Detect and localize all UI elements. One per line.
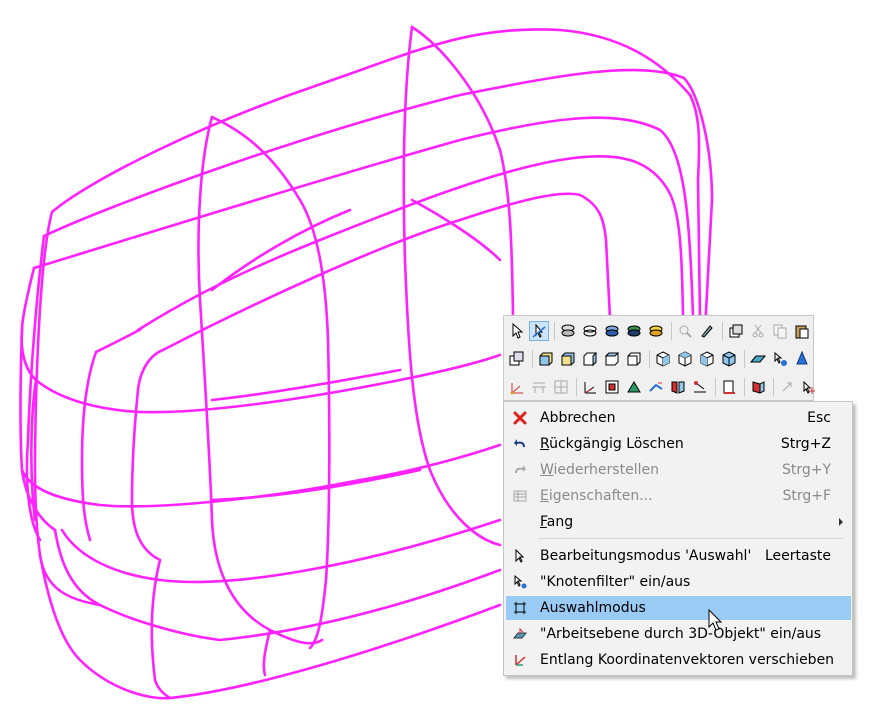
coord-vectors-icon [512, 652, 528, 668]
menu-item-fang[interactable]: Fang [506, 510, 851, 534]
axis-icon[interactable] [507, 377, 527, 397]
cube-top-icon[interactable] [624, 349, 644, 369]
menu-item-wiederherstellen[interactable]: Wiederherstellen Strg+Y [506, 458, 851, 482]
menu-item-auswahlmodus[interactable]: Auswahlmodus [506, 596, 851, 620]
toolbar-separator [722, 322, 723, 340]
grid-icon[interactable] [551, 377, 571, 397]
copy-icon[interactable] [770, 321, 790, 341]
properties-icon [512, 488, 528, 504]
toolbar-separator [576, 378, 577, 396]
selection-mode-icon [512, 600, 528, 616]
mirror-icon[interactable] [668, 377, 688, 397]
menu-item-label: Eigenschaften... [540, 488, 653, 504]
menu-item-arbeitsebene[interactable]: "Arbeitsebene durch 3D-Objekt" ein/aus [506, 622, 851, 646]
arrow-up-icon[interactable] [777, 377, 797, 397]
layer-outline-icon[interactable] [580, 321, 600, 341]
window-copy-icon[interactable] [507, 349, 527, 369]
menu-item-knotenfilter[interactable]: "Knotenfilter" ein/aus [506, 570, 851, 594]
redo-icon [512, 462, 528, 478]
transform-icon[interactable] [690, 377, 710, 397]
layer-dark-icon[interactable] [624, 321, 644, 341]
menu-item-label: Abbrechen [540, 410, 616, 426]
workplane-3d-icon [512, 626, 528, 642]
menu-item-label: "Arbeitsebene durch 3D-Objekt" ein/aus [540, 626, 822, 642]
menu-item-label: Wiederherstellen [540, 462, 659, 478]
cube-front-icon[interactable] [536, 349, 556, 369]
cube-iso1-icon[interactable] [653, 349, 673, 369]
book-icon[interactable] [719, 377, 739, 397]
frame-icon[interactable] [602, 377, 622, 397]
menu-separator [538, 538, 844, 539]
cube-iso4-icon[interactable] [719, 349, 739, 369]
layer-icon[interactable] [558, 321, 578, 341]
pick-icon[interactable] [697, 321, 717, 341]
context-menu: Abbrechen Esc Rückgängig Löschen Strg+Z … [503, 401, 853, 676]
menu-item-rueckgaengig[interactable]: Rückgängig Löschen Strg+Z [506, 432, 851, 456]
menu-item-label-post: igenschaften... [548, 488, 653, 504]
toolbar-panel [503, 315, 815, 401]
undo-icon [512, 436, 528, 452]
menu-item-label: Fang [540, 514, 573, 530]
toolbar-separator [532, 350, 533, 368]
cancel-icon [512, 410, 528, 426]
select-arrow-icon[interactable] [507, 321, 527, 341]
coord-icon[interactable] [580, 377, 600, 397]
menu-item-label-post: ang [546, 514, 574, 530]
move-node-icon[interactable] [770, 349, 790, 369]
plane-icon[interactable] [529, 377, 549, 397]
menu-item-shortcut: Strg+Z [780, 436, 831, 452]
menu-item-label: Bearbeitungsmodus 'Auswahl' [540, 548, 752, 564]
layer-yellow-icon[interactable] [646, 321, 666, 341]
cone-icon[interactable] [792, 349, 812, 369]
cube-left-icon[interactable] [580, 349, 600, 369]
menu-item-label: "Knotenfilter" ein/aus [540, 574, 691, 590]
toolbar-separator [744, 350, 745, 368]
triangle-icon[interactable] [624, 377, 644, 397]
submenu-arrow-icon [839, 518, 843, 526]
zoom-icon[interactable] [675, 321, 695, 341]
menu-item-koordinatenvektoren[interactable]: Entlang Koordinatenvektoren verschieben [506, 648, 851, 672]
mouse-cursor-icon [708, 609, 723, 631]
cut-icon[interactable] [748, 321, 768, 341]
menu-item-shortcut: Esc [807, 410, 831, 426]
toolbar-row-1 [507, 319, 814, 343]
prism-icon[interactable] [748, 377, 768, 397]
menu-item-accelerator: E [540, 488, 549, 504]
menu-item-abbrechen[interactable]: Abbrechen Esc [506, 406, 851, 430]
workplane-icon[interactable] [748, 349, 768, 369]
toolbar-row-2 [507, 347, 814, 371]
toolbar-row-3 [507, 375, 821, 399]
menu-item-label-post: iederherstellen [553, 462, 659, 478]
move-icon[interactable] [799, 377, 819, 397]
menu-item-shortcut: Strg+Y [781, 462, 831, 478]
menu-item-shortcut: Strg+F [782, 488, 831, 504]
menu-item-accelerator: W [540, 462, 554, 478]
menu-item-label: Entlang Koordinatenvektoren verschieben [540, 652, 835, 668]
menu-item-bearbeitungsmodus[interactable]: Bearbeitungsmodus 'Auswahl' Leertaste [506, 544, 851, 568]
cube-iso2-icon[interactable] [675, 349, 695, 369]
select-node-icon[interactable] [529, 321, 549, 341]
paste-icon[interactable] [792, 321, 812, 341]
menu-item-eigenschaften[interactable]: Eigenschaften... Strg+F [506, 484, 851, 508]
copy-layers-icon[interactable] [726, 321, 746, 341]
toolbar-separator [554, 322, 555, 340]
vector-icon[interactable] [646, 377, 666, 397]
cube-iso3-icon[interactable] [697, 349, 717, 369]
layer-fill-icon[interactable] [602, 321, 622, 341]
toolbar-separator [773, 378, 774, 396]
toolbar-separator [671, 322, 672, 340]
menu-item-label: Rückgängig Löschen [540, 436, 684, 452]
menu-item-accelerator: F [540, 514, 547, 530]
menu-item-label: Auswahlmodus [540, 600, 646, 616]
menu-item-accelerator: R [540, 436, 550, 452]
arrow-cursor-icon [512, 548, 528, 564]
cube-right-icon[interactable] [602, 349, 622, 369]
menu-item-label-post: ückgängig Löschen [549, 436, 684, 452]
menu-item-shortcut: Leertaste [764, 548, 831, 564]
node-filter-icon [512, 574, 528, 590]
toolbar-separator [649, 350, 650, 368]
cube-back-icon[interactable] [558, 349, 578, 369]
toolbar-separator [744, 378, 745, 396]
toolbar-separator [715, 378, 716, 396]
